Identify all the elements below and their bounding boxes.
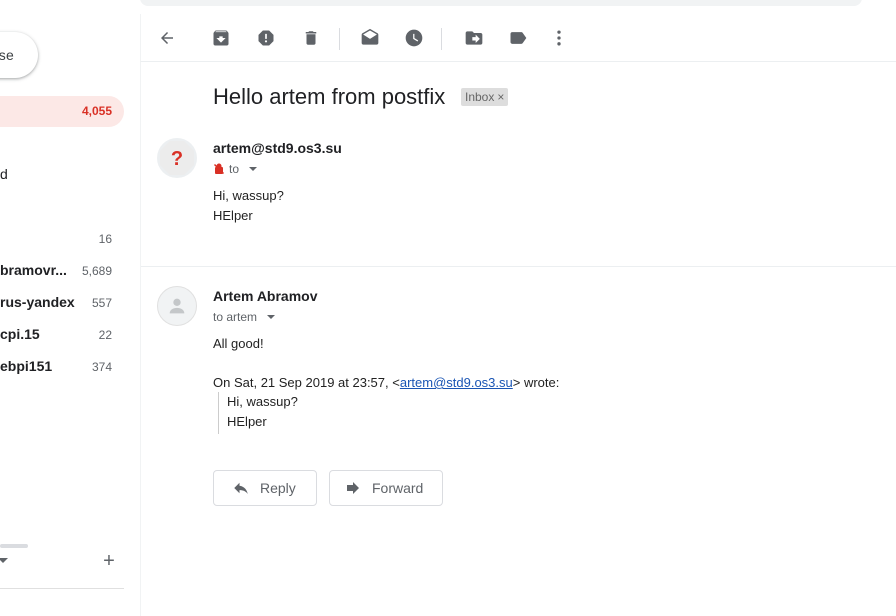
thread-subject: Hello artem from postfix: [213, 84, 446, 109]
person-icon: [169, 298, 185, 314]
toolbar-divider: [339, 28, 340, 50]
delete-icon[interactable]: [301, 28, 321, 48]
chevron-down-icon[interactable]: [249, 167, 258, 171]
sidebar-item-count: 374: [91, 360, 112, 374]
sidebar-item-label: rus-yandex: [0, 294, 75, 310]
label-text: Inbox: [465, 90, 495, 104]
quoted-line: HElper: [227, 414, 267, 429]
inbox-count: 4,055: [81, 104, 112, 118]
labels-icon[interactable]: [508, 28, 528, 48]
unknown-sender-icon: ?: [160, 141, 194, 175]
back-arrow-icon[interactable]: [157, 28, 177, 48]
quoted-line: Hi, wassup?: [227, 394, 298, 409]
message-divider: [141, 266, 896, 267]
sidebar-item-count: 22: [98, 328, 112, 342]
more-icon[interactable]: [549, 28, 569, 48]
avatar: ?: [157, 138, 197, 178]
sender-name: Artem Abramov: [213, 288, 318, 304]
sidebar-item-count: 557: [91, 296, 112, 310]
toolbar-divider: [441, 28, 442, 50]
snooze-icon[interactable]: [404, 28, 424, 48]
quote-header: On Sat, 21 Sep 2019 at 23:57, <artem@std…: [213, 375, 559, 390]
sidebar: se 4,055 d 16 bramovr... 5,689 rus-yande…: [0, 0, 140, 616]
report-spam-icon[interactable]: [256, 28, 276, 48]
divider: [0, 588, 124, 589]
compose-button[interactable]: se: [0, 32, 38, 78]
archive-icon[interactable]: [211, 28, 231, 48]
sidebar-item-label: bramovr...: [0, 262, 66, 278]
recipient-text: to artem: [213, 310, 258, 324]
message-body-line: HElper: [213, 208, 253, 223]
sidebar-item[interactable]: bramovr... 5,689: [0, 262, 124, 282]
forward-label: Forward: [372, 480, 424, 496]
sidebar-item[interactable]: cpi.15 22: [0, 326, 124, 346]
message-toolbar: [140, 14, 896, 62]
reply-label: Reply: [260, 480, 296, 496]
sidebar-item-label: ebpi151: [0, 358, 53, 374]
sidebar-item-inbox[interactable]: 4,055: [0, 96, 124, 127]
recipient-text: to: [229, 162, 240, 176]
forward-button[interactable]: Forward: [329, 470, 443, 506]
move-to-icon[interactable]: [464, 28, 484, 48]
quote-header-suffix: > wrote:: [512, 375, 560, 390]
gmail-window: se 4,055 d 16 bramovr... 5,689 rus-yande…: [0, 0, 896, 616]
add-icon[interactable]: +: [100, 551, 118, 571]
sidebar-item-count: 5,689: [81, 264, 112, 278]
sidebar-scrollbar[interactable]: [0, 544, 28, 548]
compose-label: se: [0, 47, 14, 63]
reply-icon: [234, 482, 248, 494]
sidebar-item-label: d: [0, 166, 8, 182]
quote-bar: [218, 392, 219, 434]
remove-label-icon[interactable]: ×: [497, 90, 504, 104]
thread-view: Hello artem from postfix Inbox × ? artem…: [140, 62, 896, 616]
sidebar-item[interactable]: d: [0, 166, 124, 186]
chevron-down-icon[interactable]: [267, 315, 276, 319]
mark-unread-icon[interactable]: [360, 28, 380, 48]
sidebar-item-count: 16: [98, 232, 112, 246]
sidebar-item-label: cpi.15: [0, 326, 40, 342]
message-body-line: All good!: [213, 336, 264, 351]
sidebar-item[interactable]: 16: [0, 230, 124, 250]
chevron-down-icon[interactable]: [0, 558, 8, 563]
sender-name: artem@std9.os3.su: [213, 140, 342, 156]
forward-icon: [347, 482, 359, 494]
message-body-line: Hi, wassup?: [213, 188, 284, 203]
reply-button[interactable]: Reply: [213, 470, 317, 506]
search-bar[interactable]: [140, 0, 862, 6]
sidebar-item[interactable]: ebpi151 374: [0, 358, 124, 378]
recipient-line[interactable]: to artem: [213, 310, 276, 324]
sidebar-item[interactable]: rus-yandex 557: [0, 294, 124, 314]
avatar: [157, 286, 197, 326]
inbox-label-chip[interactable]: Inbox ×: [461, 88, 509, 106]
quote-header-prefix: On Sat, 21 Sep 2019 at 23:57, <: [213, 375, 400, 390]
sender-email-link[interactable]: artem@std9.os3.su: [400, 375, 513, 390]
not-encrypted-icon: [213, 163, 225, 175]
recipient-line[interactable]: to: [213, 162, 258, 176]
svg-text:?: ?: [171, 148, 183, 170]
